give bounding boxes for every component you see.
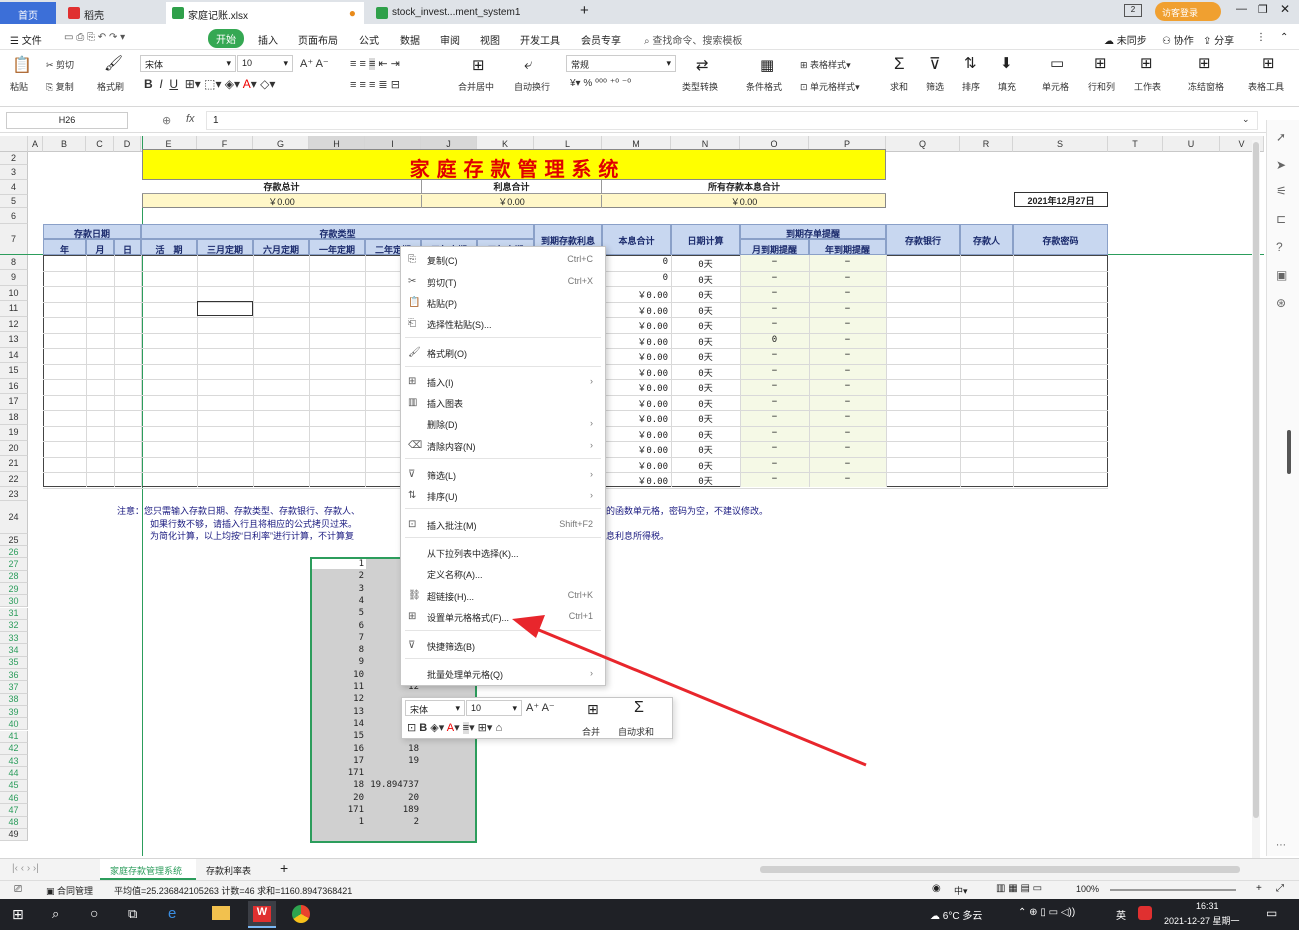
sheet-tabs-bar: |‹ ‹ › ›| 家庭存款管理系统 存款利率表 + <box>0 858 1299 880</box>
ime-label: 中 <box>954 886 964 896</box>
file-explorer-icon[interactable] <box>212 906 230 920</box>
fullscreen-icon[interactable]: ⤢ <box>1276 883 1284 894</box>
add-sheet-button[interactable]: + <box>280 860 288 876</box>
notification-icon[interactable]: ▭ <box>1266 906 1277 920</box>
wps-taskbar-button[interactable]: W <box>248 901 276 928</box>
horizontal-scroll-thumb[interactable] <box>760 866 1240 873</box>
sheet-tab-rates[interactable]: 存款利率表 <box>206 864 251 877</box>
ie-icon[interactable]: e <box>168 905 176 922</box>
input-method-icon[interactable] <box>1138 906 1152 920</box>
contract-label: 合同管理 <box>57 886 94 896</box>
arrow-shaft <box>533 626 867 767</box>
clock-time[interactable]: 16:31 <box>1196 901 1219 911</box>
sheet-nav-arrows[interactable]: |‹ ‹ › ›| <box>12 863 39 874</box>
status-mode-icon[interactable]: ⎚ <box>14 884 22 895</box>
eye-protect-icon[interactable]: ◉ <box>932 883 941 894</box>
search-icon[interactable]: ⌕ <box>52 906 59 922</box>
lang-indicator[interactable]: 英 <box>1116 907 1126 922</box>
chrome-icon[interactable] <box>292 905 310 923</box>
windows-taskbar: ⊞ ⌕ ○ ⧉ e W ☁ 6°C 多云 ⌃ ⊕ ▯ ▭ ◁)) 英 16:31… <box>0 899 1299 930</box>
task-view-icon[interactable]: ⧉ <box>128 906 137 922</box>
contract-manage-button[interactable]: ▣ 合同管理 <box>46 884 93 897</box>
sheet-tab-main[interactable]: 家庭存款管理系统 <box>100 859 196 880</box>
zoom-slider[interactable] <box>1110 889 1236 891</box>
tray-icons[interactable]: ⌃ ⊕ ▯ ▭ ◁)) <box>1018 907 1075 918</box>
ime-indicator[interactable]: 中▾ <box>954 884 968 897</box>
wps-icon: W <box>253 906 271 922</box>
weather-label: 6°C 多云 <box>942 911 983 922</box>
annotation-arrow <box>512 615 867 767</box>
selection-stats[interactable]: 平均值=25.236842105263 计数=46 求和=1160.894736… <box>114 884 352 897</box>
cortana-icon[interactable]: ○ <box>90 905 98 921</box>
weather-widget[interactable]: ☁ 6°C 多云 <box>930 907 982 922</box>
view-mode-icons[interactable]: ▥ ▦ ▤ ▭ <box>996 883 1042 894</box>
clock-date[interactable]: 2021-12-27 星期一 <box>1164 914 1240 927</box>
arrow-head <box>512 615 545 638</box>
zoom-level[interactable]: 100% <box>1076 884 1099 894</box>
zoom-in-icon[interactable]: + <box>1256 883 1262 894</box>
windows-start-icon[interactable]: ⊞ <box>12 906 24 923</box>
status-bar: ⎚ ▣ 合同管理 平均值=25.236842105263 计数=46 求和=11… <box>0 880 1299 899</box>
